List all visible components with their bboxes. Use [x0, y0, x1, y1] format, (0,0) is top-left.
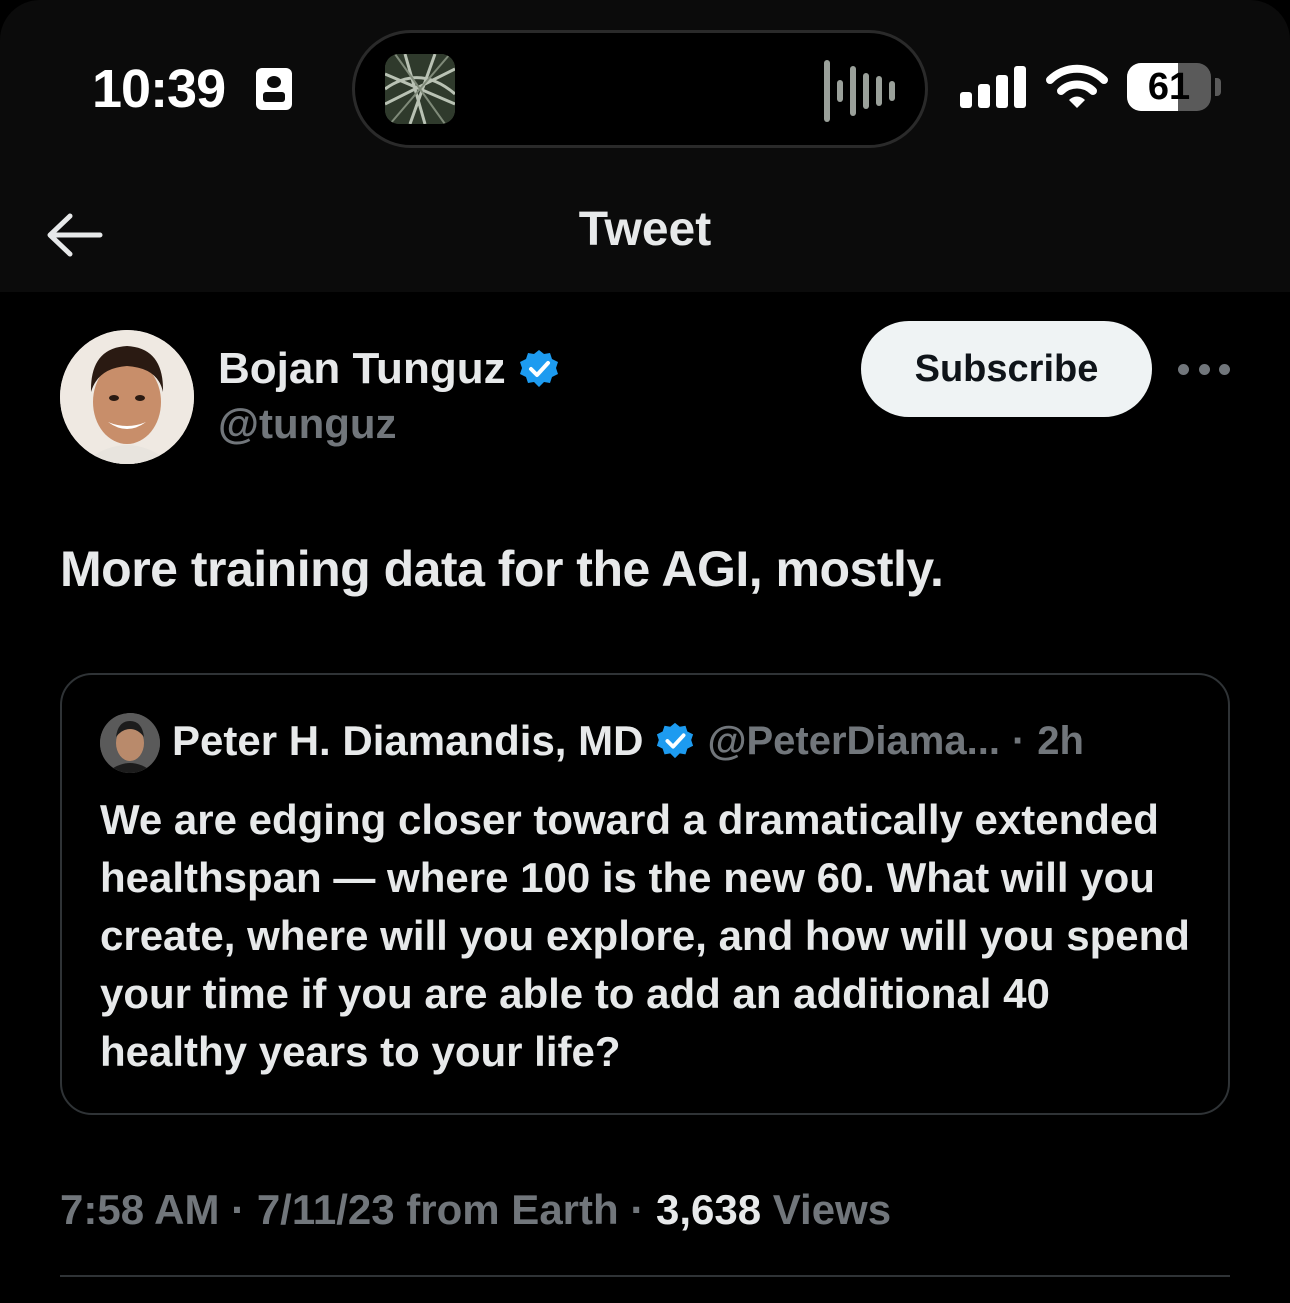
audio-wave-icon [824, 59, 895, 123]
quoted-tweet-header: Peter H. Diamandis, MD @PeterDiama... · … [172, 717, 1084, 765]
tweet-meta: 7:58 AM · 7/11/23 from Earth · 3,638 Vie… [60, 1186, 891, 1234]
quoted-author-name: Peter H. Diamandis, MD [172, 717, 644, 764]
divider [60, 1275, 1230, 1277]
wifi-icon [1046, 64, 1108, 108]
quoted-author-handle: @PeterDiama... [707, 718, 1000, 763]
tweet-text: More training data for the AGI, mostly. [60, 541, 944, 597]
meta-separator: · [618, 1186, 656, 1233]
author-avatar[interactable] [60, 330, 194, 464]
tweet-source: from Earth [394, 1186, 619, 1233]
meta-separator: · [219, 1186, 257, 1233]
now-playing-artwork [385, 54, 455, 124]
verified-badge-icon [657, 722, 694, 759]
cellular-signal-icon [960, 66, 1026, 108]
battery-percentage: 61 [1147, 66, 1191, 108]
author-handle[interactable]: @tunguz [218, 400, 397, 448]
nav-header: Tweet [0, 180, 1290, 292]
battery-cap [1215, 78, 1221, 96]
more-options-icon[interactable] [1178, 352, 1230, 386]
dynamic-island[interactable] [352, 30, 928, 148]
author-name-text: Bojan Tunguz [218, 344, 506, 393]
quoted-time: 2h [1037, 718, 1084, 763]
author-name[interactable]: Bojan Tunguz [218, 344, 560, 394]
tweet-date: 7/11/23 [256, 1186, 395, 1233]
quoted-tweet-text: We are edging closer toward a dramatical… [100, 796, 1190, 1075]
status-time: 10:39 [92, 59, 226, 119]
quoted-separator: · [1011, 718, 1026, 763]
quoted-tweet-card[interactable]: Peter H. Diamandis, MD @PeterDiama... · … [60, 673, 1230, 1115]
battery-icon: 61 [1127, 63, 1211, 111]
subscribe-button[interactable]: Subscribe [861, 321, 1152, 417]
status-bar: 10:39 61 [0, 0, 1290, 180]
quoted-author-avatar[interactable] [100, 713, 160, 773]
page-title: Tweet [578, 203, 712, 256]
views-count[interactable]: 3,638 [656, 1186, 761, 1233]
verified-badge-icon [519, 350, 558, 387]
id-badge-icon [256, 68, 292, 110]
tweet-time: 7:58 AM [60, 1186, 220, 1233]
views-label[interactable]: Views [761, 1186, 891, 1233]
